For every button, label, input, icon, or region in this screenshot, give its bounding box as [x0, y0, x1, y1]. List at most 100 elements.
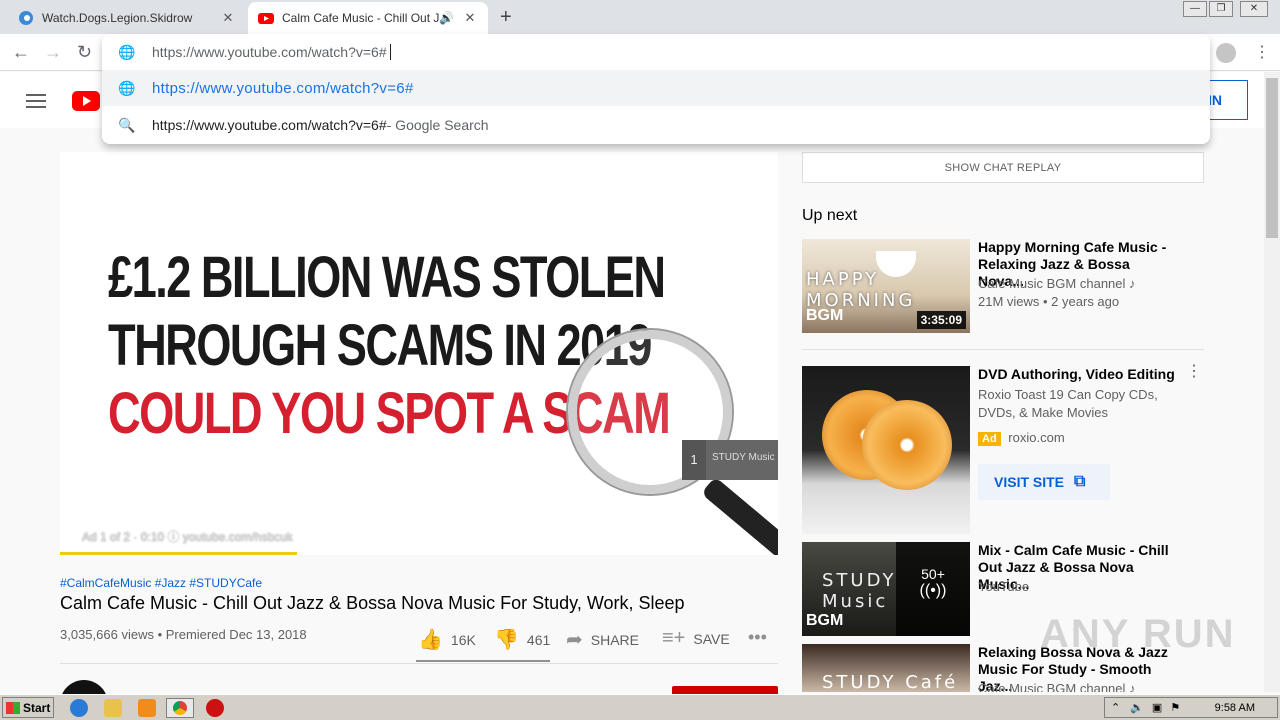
- video-title: Calm Cafe Music - Chill Out Jazz & Bossa…: [60, 593, 685, 613]
- save-label: SAVE: [693, 630, 730, 647]
- ad-thumbnail[interactable]: [802, 366, 970, 534]
- minimize-button[interactable]: —: [1183, 1, 1207, 17]
- thumbnail-text: HAPPY MORNING: [806, 269, 916, 311]
- external-link-icon: ⧉: [1074, 473, 1086, 490]
- close-tab-icon[interactable]: ✕: [220, 10, 236, 26]
- tab-strip: Watch.Dogs.Legion.Skidrow ✕ Calm Cafe Mu…: [0, 0, 1280, 34]
- volume-icon[interactable]: 🔈: [1130, 701, 1144, 714]
- like-ratio-bar: [416, 660, 550, 662]
- system-tray: ⌃ 🔈 ▣ ⚑ 9:58 AM: [1104, 697, 1278, 718]
- sponsored-item[interactable]: DVD Authoring, Video Editing ⋮ Roxio Toa…: [802, 364, 1204, 534]
- omnibox-suggestion-search[interactable]: 🔍 https://www.youtube.com/watch?v=6# - G…: [102, 107, 1210, 143]
- scrollbar-thumb[interactable]: [1266, 78, 1278, 238]
- tab-watch-dogs[interactable]: Watch.Dogs.Legion.Skidrow ✕: [8, 2, 246, 34]
- video-hashtags[interactable]: #CalmCafeMusic #Jazz #STUDYCafe: [60, 576, 262, 590]
- youtube-logo-icon[interactable]: [72, 91, 100, 111]
- more-actions-icon[interactable]: •••: [748, 627, 767, 648]
- dislike-count: 461: [526, 631, 551, 648]
- ad-queue-number: 1: [682, 440, 706, 480]
- mix-overlay: 50+ ((•)): [896, 542, 970, 636]
- address-input[interactable]: https://www.youtube.com/watch?v=6#: [152, 44, 387, 60]
- tab-calm-cafe-music[interactable]: Calm Cafe Music - Chill Out Jazz 🔊 ✕: [248, 2, 488, 34]
- video-thumbnail[interactable]: HAPPY MORNING BGM 3:35:09: [802, 239, 970, 333]
- restore-button[interactable]: ❐: [1209, 1, 1233, 17]
- share-button[interactable]: ➦ SHARE: [566, 627, 639, 652]
- divider: [60, 663, 778, 664]
- visit-site-button[interactable]: VISIT SITE ⧉: [978, 464, 1110, 500]
- advertiser-domain: roxio.com: [1008, 430, 1065, 445]
- address-bar[interactable]: 🌐 https://www.youtube.com/watch?v=6#: [102, 34, 1210, 70]
- search-query-text: https://www.youtube.com/watch?v=6#: [152, 117, 387, 133]
- new-tab-button[interactable]: +: [500, 6, 512, 29]
- ad-queue-label: STUDY Music: [712, 452, 775, 463]
- globe-icon: 🌐: [118, 43, 136, 60]
- ad-title: DVD Authoring, Video Editing: [978, 366, 1175, 382]
- youtube-icon: [258, 13, 274, 24]
- start-button[interactable]: Start: [2, 697, 54, 718]
- like-button[interactable]: 👍 16K: [418, 627, 476, 652]
- browser-menu-icon[interactable]: ⋮: [1254, 42, 1270, 62]
- text-caret: [389, 44, 391, 60]
- ad-progress-bar[interactable]: [60, 552, 297, 555]
- ad-advertiser-row: Ad roxio.com: [978, 430, 1065, 446]
- flag-icon[interactable]: ⚑: [1170, 701, 1180, 714]
- ad-info[interactable]: Ad 1 of 2 · 0:10 ⓘ youtube.com/hsbcuk: [82, 528, 293, 545]
- search-icon: 🔍: [118, 116, 136, 133]
- show-chat-replay-button[interactable]: SHOW CHAT REPLAY: [802, 152, 1204, 183]
- up-next-item[interactable]: HAPPY MORNING BGM 3:35:09 Happy Morning …: [802, 239, 1204, 335]
- profile-avatar-icon[interactable]: [1216, 43, 1236, 63]
- save-button[interactable]: ≡+ SAVE: [662, 627, 730, 650]
- magnifying-glass-handle: [700, 476, 778, 555]
- tray-arrow-icon[interactable]: ⌃: [1111, 701, 1120, 714]
- close-window-button[interactable]: ✕: [1240, 1, 1268, 17]
- omnibox-suggestion-url[interactable]: 🌐 https://www.youtube.com/watch?v=6#: [102, 70, 1210, 106]
- file-explorer-icon[interactable]: [104, 699, 122, 717]
- up-next-heading: Up next: [802, 207, 858, 224]
- mix-count: 50+: [921, 566, 945, 582]
- clock: 9:58 AM: [1214, 701, 1255, 714]
- mix-radio-icon: ((•)): [919, 582, 947, 599]
- thumbs-down-icon: 👎: [494, 629, 519, 651]
- watermark-text: ANY RUN: [1040, 612, 1236, 656]
- channel-name[interactable]: Cafe Music BGM channel ♪: [978, 681, 1136, 692]
- ad-description: Roxio Toast 19 Can Copy CDs, DVDs, & Mak…: [978, 387, 1158, 420]
- divider: [802, 349, 1204, 350]
- mix-thumbnail[interactable]: STUDY Music BGM 50+ ((•)): [802, 542, 970, 636]
- forward-icon[interactable]: →: [44, 42, 62, 63]
- thumbnail-brand: BGM: [806, 307, 844, 324]
- close-tab-icon[interactable]: ✕: [462, 10, 478, 26]
- hamburger-menu-icon[interactable]: [26, 94, 46, 112]
- reload-icon[interactable]: ↻: [77, 42, 92, 63]
- media-player-icon[interactable]: [138, 699, 156, 717]
- ad-badge: Ad: [978, 432, 1001, 446]
- disc-icon: [862, 400, 952, 490]
- thumbs-up-icon: 👍: [418, 629, 443, 651]
- chrome-taskbar-button[interactable]: [166, 698, 194, 718]
- video-thumbnail[interactable]: STUDY Café: [802, 644, 970, 692]
- playlist-add-icon: ≡+: [662, 627, 686, 649]
- ad-headline-line-1: £1.2 BILLION WAS STOLEN: [108, 245, 666, 310]
- internet-explorer-icon[interactable]: [70, 699, 88, 717]
- windows-taskbar: Start ⌃ 🔈 ▣ ⚑ 9:58 AM: [0, 694, 1280, 720]
- antivirus-icon[interactable]: [206, 699, 224, 717]
- more-options-icon[interactable]: ⋮: [1186, 364, 1202, 380]
- tab-title: Watch.Dogs.Legion.Skidrow: [42, 11, 193, 25]
- video-duration: 3:35:09: [916, 311, 966, 329]
- chrome-icon: [173, 701, 187, 715]
- like-count: 16K: [450, 631, 476, 648]
- network-icon[interactable]: ▣: [1152, 701, 1162, 714]
- channel-name[interactable]: YouTube: [978, 579, 1029, 594]
- dislike-button[interactable]: 👎 461: [494, 627, 550, 652]
- speaker-icon[interactable]: 🔊: [439, 11, 454, 25]
- video-meta: 3,035,666 views • Premiered Dec 13, 2018: [60, 627, 307, 642]
- edge-swirl-icon: [19, 11, 33, 25]
- video-player[interactable]: £1.2 BILLION WAS STOLEN THROUGH SCAMS IN…: [60, 152, 778, 555]
- ad-queue-thumbnail[interactable]: 1 STUDY Music: [682, 440, 778, 480]
- back-icon[interactable]: ←: [12, 42, 30, 63]
- share-arrow-icon: ➦: [566, 629, 583, 651]
- globe-icon: 🌐: [118, 79, 136, 96]
- suggestion-url-text: https://www.youtube.com/watch?v=6#: [152, 79, 414, 97]
- omnibox-dropdown: 🌐 https://www.youtube.com/watch?v=6# 🌐 h…: [102, 34, 1210, 144]
- page-scrollbar[interactable]: [1264, 72, 1280, 692]
- channel-name[interactable]: Cafe Music BGM channel ♪: [978, 276, 1136, 291]
